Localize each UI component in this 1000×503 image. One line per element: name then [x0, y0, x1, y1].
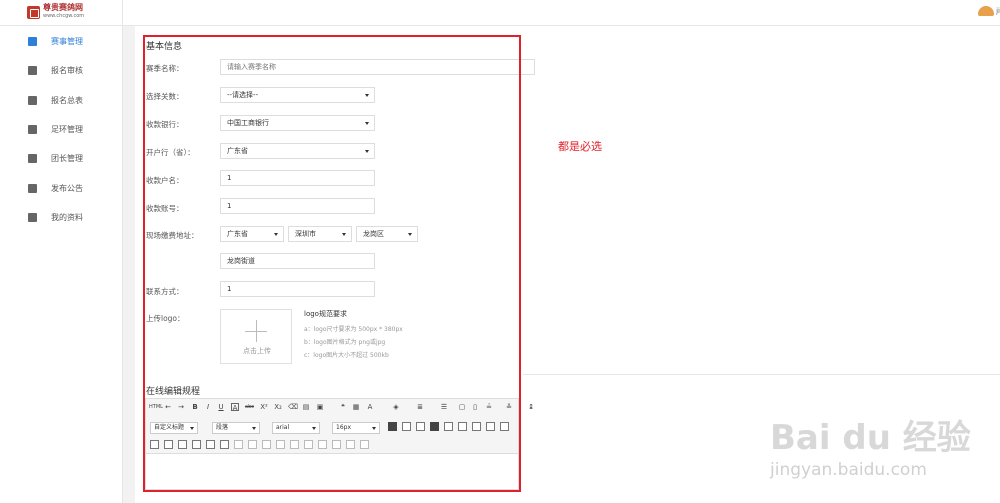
document-icon: [28, 65, 37, 75]
sidebar-item-label: 团长管理: [51, 153, 83, 163]
brand-url: www.chcgw.com: [43, 13, 85, 19]
send-icon: [28, 183, 37, 193]
sidebar-item-label: 我的资料: [51, 212, 83, 222]
highlight-box: [143, 35, 521, 492]
sidebar-item-summary[interactable]: 报名总表: [0, 88, 122, 112]
section-divider: [523, 374, 1000, 375]
line-height-icon[interactable]: ↨: [527, 403, 535, 411]
sidebar: 赛事管理 报名审核 报名总表 足环管理 团长管理 发布公告 我的资料: [0, 26, 123, 503]
person-icon: [28, 153, 37, 163]
annotation-required: 都是必选: [558, 140, 602, 153]
sidebar-item-label: 足环管理: [51, 124, 83, 134]
sidebar-item-review[interactable]: 报名审核: [0, 58, 122, 82]
user-name[interactable]: ji: [996, 7, 1000, 15]
sidebar-item-announce[interactable]: 发布公告: [0, 176, 122, 200]
profile-card-icon: [28, 212, 37, 222]
watermark-url: jingyan.baidu.com: [770, 460, 927, 480]
user-menu[interactable]: ji: [978, 6, 1000, 16]
trophy-icon: [28, 36, 37, 46]
sidebar-item-label: 发布公告: [51, 183, 83, 193]
tag-icon: [28, 124, 37, 134]
avatar[interactable]: [978, 6, 995, 16]
sidebar-item-label: 报名审核: [51, 65, 83, 75]
sidebar-item-rings[interactable]: 足环管理: [0, 117, 122, 141]
brand-logo[interactable]: 尊贵赛鸽网 www.chcgw.com: [27, 3, 84, 21]
sidebar-item-leaders[interactable]: 团长管理: [0, 146, 122, 170]
sidebar-item-events[interactable]: 赛事管理: [0, 29, 122, 53]
sidebar-item-profile[interactable]: 我的资料: [0, 205, 122, 229]
sidebar-item-label: 赛事管理: [51, 36, 83, 46]
sidebar-item-label: 报名总表: [51, 95, 83, 105]
list-card-icon: [28, 95, 37, 105]
top-bar: 尊贵赛鸽网 www.chcgw.com ji: [0, 0, 1000, 26]
brand-mark-icon: [27, 5, 40, 19]
watermark-logo: Bai du 经验: [770, 418, 971, 458]
brand-name: 尊贵赛鸽网: [43, 3, 83, 12]
header-divider: [122, 0, 123, 26]
content-gutter: [123, 26, 135, 503]
